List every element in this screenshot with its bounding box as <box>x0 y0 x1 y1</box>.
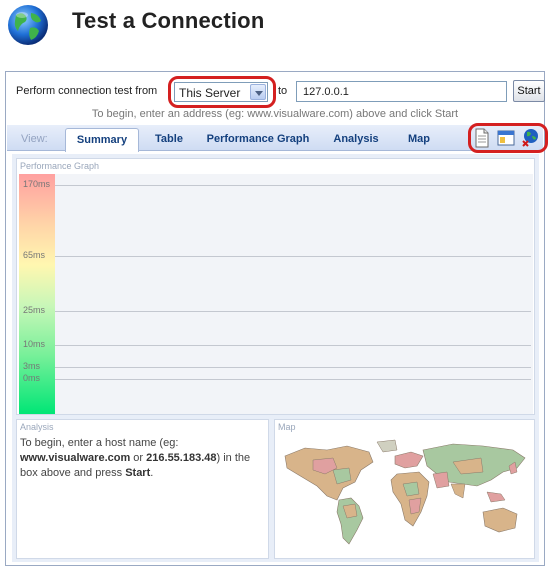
world-map <box>284 439 526 545</box>
north-america <box>284 445 374 501</box>
gridline <box>55 256 531 257</box>
tab-table[interactable]: Table <box>145 128 193 151</box>
gridline <box>55 311 531 312</box>
start-word: Start <box>125 467 151 479</box>
analysis-text-part: or <box>130 452 147 464</box>
europe <box>394 451 424 469</box>
view-tab-bar: View: Summary Table Performance Graph An… <box>7 123 548 153</box>
page-header: Test a Connection <box>0 0 550 60</box>
server-select[interactable]: This Server <box>174 82 268 102</box>
tab-performance-graph[interactable]: Performance Graph <box>201 128 315 151</box>
map-region <box>486 491 506 503</box>
from-label: Perform connection test from <box>16 85 158 97</box>
view-label: View: <box>21 133 48 145</box>
tab-analysis[interactable]: Analysis <box>325 128 387 151</box>
greenland <box>376 439 398 453</box>
analysis-text-part: To begin, enter a host name (eg: <box>20 437 179 449</box>
ip-example: 216.55.183.48 <box>146 452 217 464</box>
gridline <box>55 379 531 380</box>
hint-text: To begin, enter an address (eg: www.visu… <box>91 108 459 120</box>
chevron-down-icon[interactable] <box>250 84 266 100</box>
tab-map[interactable]: Map <box>399 128 439 151</box>
test-controls-row: Perform connection test from This Server… <box>14 76 545 108</box>
server-select-value: This Server <box>179 86 241 100</box>
map-title: Map <box>278 422 296 432</box>
tab-summary[interactable]: Summary <box>65 128 139 152</box>
gridline <box>55 345 531 346</box>
tick-label: 25ms <box>23 305 46 315</box>
india <box>450 483 466 499</box>
start-button[interactable]: Start <box>513 80 545 102</box>
document-icon[interactable] <box>473 128 491 148</box>
map-region <box>432 471 450 489</box>
connection-test-panel: Perform connection test from This Server… <box>5 71 548 566</box>
gridline <box>55 367 531 368</box>
tick-label: 65ms <box>23 250 46 260</box>
map-section: Map <box>274 419 535 559</box>
globe-close-icon[interactable] <box>521 128 539 148</box>
host-example: www.visualware.com <box>20 452 131 464</box>
africa <box>390 471 430 527</box>
performance-graph-title: Performance Graph <box>20 161 100 171</box>
address-input[interactable] <box>296 81 507 102</box>
to-label: to <box>278 85 288 97</box>
analysis-section: Analysis To begin, enter a host name (eg… <box>16 419 269 559</box>
analysis-text-part: . <box>150 467 154 479</box>
performance-graph-plot: 170ms 65ms 25ms 10ms 3ms 0ms <box>19 174 533 414</box>
performance-graph-section: Performance Graph 170ms 65ms 25ms 10ms 3… <box>16 158 535 415</box>
map-region <box>408 497 422 515</box>
gridline <box>55 185 531 186</box>
analysis-title: Analysis <box>20 422 54 432</box>
tick-label: 0ms <box>23 373 41 383</box>
window-icon[interactable] <box>497 128 515 148</box>
globe-icon <box>8 5 48 45</box>
tick-label: 3ms <box>23 361 41 371</box>
australia <box>482 507 518 533</box>
summary-content: Performance Graph 170ms 65ms 25ms 10ms 3… <box>12 154 539 562</box>
tick-label: 10ms <box>23 339 46 349</box>
analysis-text: To begin, enter a host name (eg: www.visu… <box>20 436 270 481</box>
page-title: Test a Connection <box>72 8 265 33</box>
tick-label: 170ms <box>23 179 51 189</box>
